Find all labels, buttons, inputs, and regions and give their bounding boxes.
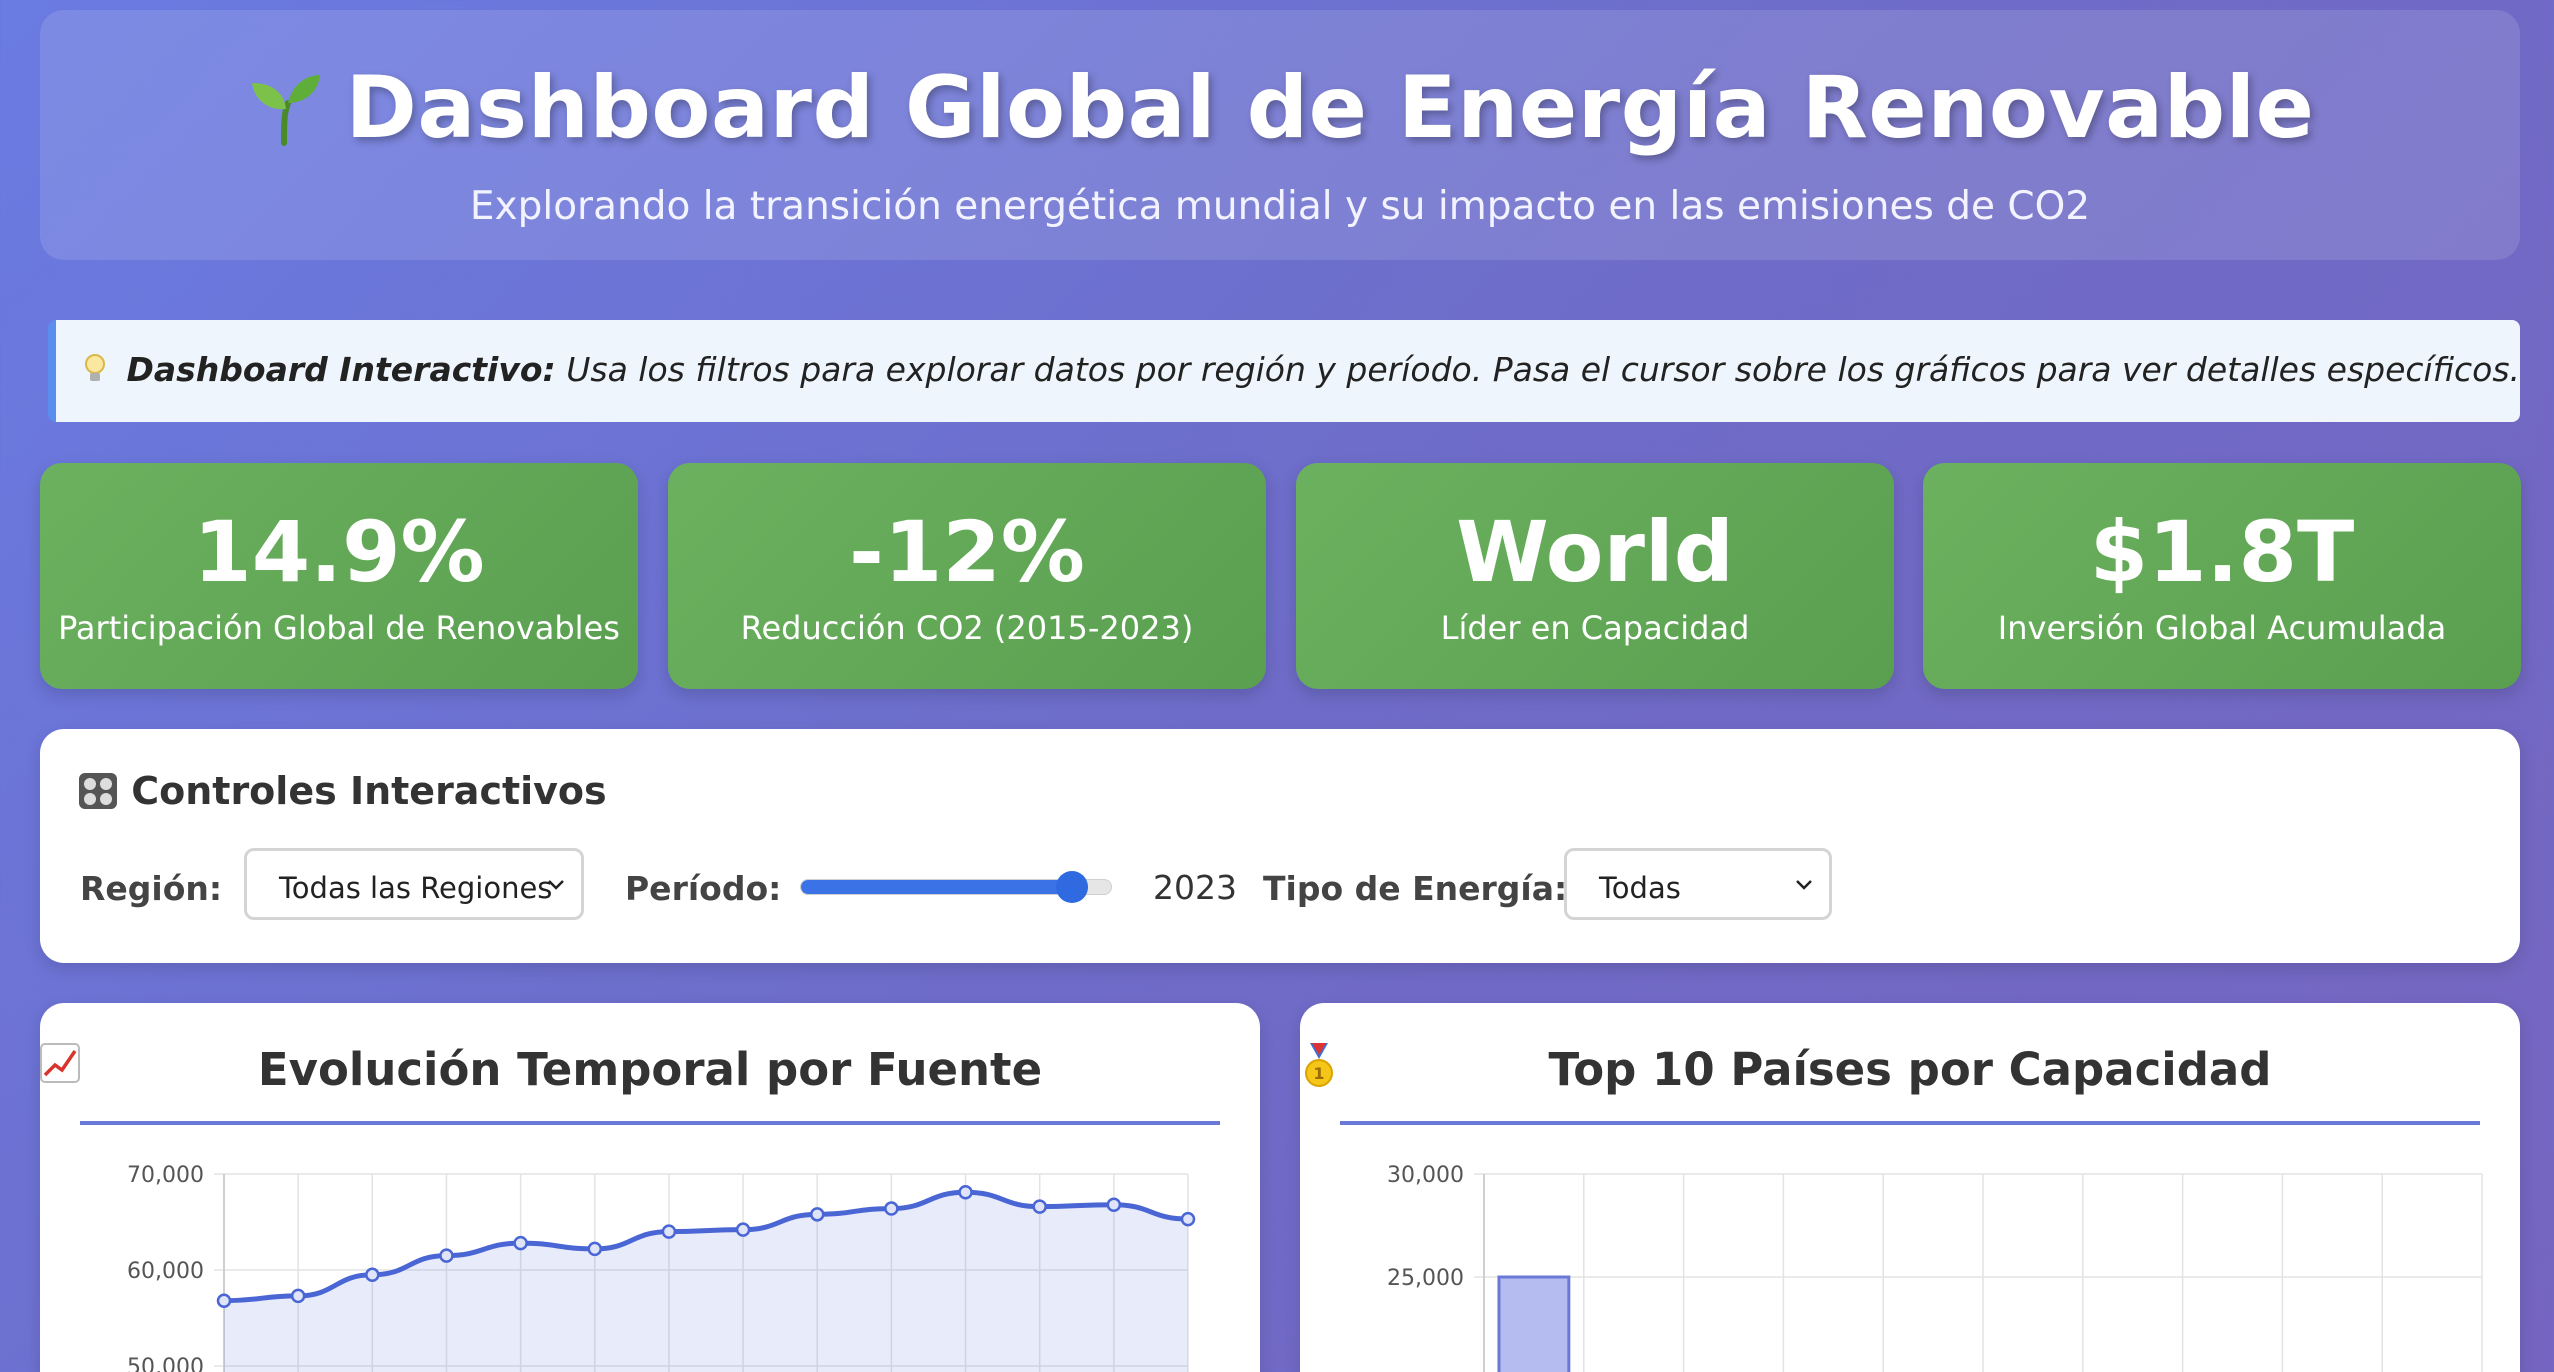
line-chart: 70,000 60,000 50,000 — [127, 1163, 1196, 1372]
kpi-label: Líder en Capacidad — [1440, 609, 1750, 647]
y-tick-label: 60,000 — [127, 1259, 204, 1284]
y-tick-label: 70,000 — [127, 1163, 204, 1188]
y-tick-label: 25,000 — [1387, 1266, 1464, 1291]
energy-type-select[interactable]: Todas — [1564, 848, 1832, 920]
area-fill — [224, 1192, 1188, 1372]
data-point — [735, 1222, 751, 1237]
data-point — [587, 1241, 603, 1257]
controls-title: Controles Interactivos — [78, 769, 607, 813]
page-title-text: Dashboard Global de Energía Renovable — [345, 58, 2315, 158]
page-title: Dashboard Global de Energía Renovable — [40, 58, 2520, 158]
region-select[interactable]: Todas las Regiones — [244, 848, 584, 920]
page-header: Dashboard Global de Energía Renovable Ex… — [40, 10, 2520, 260]
kpi-value: 14.9% — [193, 503, 485, 601]
kpi-value: -12% — [849, 503, 1085, 601]
data-point — [809, 1207, 825, 1222]
period-slider-fill — [801, 880, 1073, 894]
kpi-card-co2-reduction: -12% Reducción CO2 (2015-2023) — [668, 463, 1266, 689]
data-point — [439, 1248, 454, 1263]
period-slider[interactable] — [800, 871, 1112, 903]
energy-type-select-value: Todas — [1599, 871, 1681, 905]
period-label: Período: — [625, 869, 782, 908]
data-point — [1032, 1199, 1047, 1214]
kpi-value: $1.8T — [2089, 503, 2355, 601]
data-point — [1106, 1197, 1122, 1212]
data-point — [661, 1224, 677, 1239]
data-point — [958, 1184, 973, 1200]
period-slider-thumb[interactable] — [1056, 871, 1089, 903]
chart-card-evolution: Evolución Temporal por Fuente 70,000 60,0… — [40, 1003, 1260, 1372]
kpi-label: Inversión Global Acumulada — [1997, 609, 2447, 647]
lightbulb-icon — [84, 350, 117, 389]
seedling-icon — [246, 58, 324, 158]
chevron-down-icon — [548, 880, 564, 890]
y-tick-label: 30,000 — [1387, 1163, 1464, 1188]
chevron-down-icon — [1796, 880, 1812, 890]
region-select-value: Todas las Regiones — [279, 871, 553, 905]
control-knobs-icon — [78, 769, 131, 813]
kpi-card-renewable-share: 14.9% Participación Global de Renovables — [40, 463, 638, 689]
period-value: 2023 — [1153, 868, 1237, 907]
data-point — [365, 1267, 380, 1283]
data-point — [1180, 1211, 1196, 1227]
controls-panel: Controles Interactivos Región: Todas las… — [40, 729, 2520, 963]
energy-type-label: Tipo de Energía: — [1263, 869, 1568, 908]
chart-card-top-countries: 1 Top 10 Países por Capacidad 30,000 25,0… — [1300, 1003, 2520, 1372]
data-point — [513, 1235, 528, 1251]
data-point — [884, 1201, 899, 1216]
kpi-label: Reducción CO2 (2015-2023) — [740, 609, 1194, 647]
page-subtitle: Explorando la transición energética mund… — [469, 184, 2091, 229]
region-label: Región: — [80, 869, 223, 908]
bar-chart: 30,000 25,000 — [1387, 1163, 2483, 1372]
info-banner: Dashboard Interactivo: Usa los filtros p… — [48, 320, 2520, 422]
info-banner-bold: Dashboard Interactivo: — [126, 350, 556, 389]
data-point — [216, 1293, 232, 1308]
info-banner-text: Usa los filtros para explorar datos por … — [566, 350, 2521, 389]
kpi-label: Participación Global de Renovables — [58, 609, 620, 647]
data-point — [290, 1288, 306, 1304]
kpi-card-capacity-leader: World Líder en Capacidad — [1296, 463, 1894, 689]
kpi-value: World — [1456, 503, 1734, 601]
bar — [1497, 1275, 1571, 1372]
kpi-card-investment: $1.8T Inversión Global Acumulada — [1923, 463, 2521, 689]
y-tick-label: 50,000 — [127, 1355, 204, 1372]
controls-title-text: Controles Interactivos — [131, 769, 607, 813]
